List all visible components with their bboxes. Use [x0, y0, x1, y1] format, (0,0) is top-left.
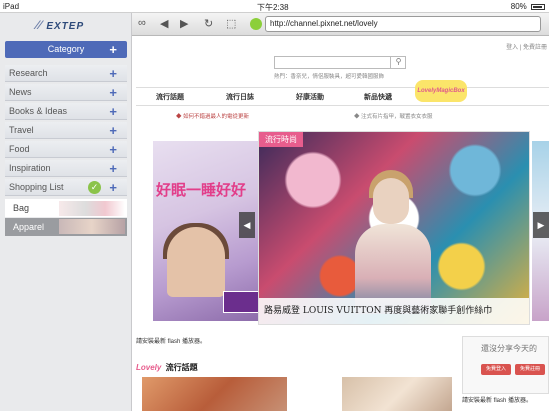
model-face: [373, 178, 409, 224]
feature-image[interactable]: 流行時尚 路易威登 LOUIS VUITTON 再度與藝術家聯手創作絲巾: [258, 131, 530, 325]
marquee-left[interactable]: ◆ 如何不錯過最人的電從更新: [176, 112, 249, 120]
feature-caption[interactable]: 路易威登 LOUIS VUITTON 再度與藝術家聯手創作絲巾: [259, 298, 529, 324]
tab-new-products[interactable]: 新品快遞: [364, 92, 392, 102]
battery-icon: [531, 3, 545, 10]
login-button[interactable]: 免費登入: [481, 364, 511, 375]
add-icon[interactable]: +: [109, 160, 117, 177]
section-title: Lovely 流行話題: [136, 362, 198, 373]
carousel-prev-icon[interactable]: ◀: [239, 212, 255, 238]
share-title: 還沒分享今天的: [481, 344, 537, 353]
battery-indicator: 80%: [511, 2, 545, 11]
battery-percent: 80%: [510, 2, 527, 11]
add-category-icon[interactable]: +: [109, 41, 117, 58]
product-box: [223, 291, 261, 313]
search-input[interactable]: [274, 56, 406, 69]
clock: 下午2:38: [257, 3, 289, 12]
lovely-magic-box-badge[interactable]: LovelyMagicBox: [415, 80, 467, 102]
sidebar-item-shopping-list[interactable]: Shopping List ✓ +: [5, 179, 127, 196]
article-tile[interactable]: [142, 377, 287, 411]
model-figure: [167, 227, 225, 297]
status-dot-icon[interactable]: [250, 18, 262, 30]
flash-notice-2: 請安裝最新 flash 播放器。: [462, 398, 533, 404]
reload-icon[interactable]: ↻: [204, 17, 213, 30]
add-icon[interactable]: +: [109, 65, 117, 82]
sidebar-item-label: Books & Ideas: [9, 106, 68, 116]
forward-icon[interactable]: ▶: [180, 17, 188, 30]
register-button[interactable]: 免費註冊: [515, 364, 545, 375]
web-content: 登入 | 免費註冊 ⚲ 熱門：香奈兒，情侶服裝具，超可愛韓國服飾 流行話題 流行…: [132, 36, 549, 411]
flash-notice: 請安裝最新 flash 播放器。: [136, 339, 207, 345]
sub-item-label: Apparel: [13, 222, 45, 232]
article-tile[interactable]: [342, 377, 452, 411]
sidebar-item-food[interactable]: Food +: [5, 141, 127, 158]
sidebar-item-label: Research: [9, 68, 48, 78]
search-icon[interactable]: ⚲: [390, 56, 406, 69]
sidebar-item-travel[interactable]: Travel +: [5, 122, 127, 139]
browser-toolbar: ∞ ◀ ▶ ↻ ⬚ http://channel.pixnet.net/love…: [132, 13, 549, 36]
crop-icon[interactable]: ⬚: [226, 17, 236, 30]
marquee-right[interactable]: ◆ 注式有片指甲，戰置衣女衣服: [354, 112, 433, 120]
sidebar-item-label: Inspiration: [9, 163, 51, 173]
tab-deals[interactable]: 好康活動: [296, 92, 324, 102]
sidebar-item-research[interactable]: Research +: [5, 65, 127, 82]
banner-headline: 好眠一睡好好: [156, 182, 247, 199]
back-icon[interactable]: ◀: [160, 17, 168, 30]
nav-tabs: 流行話題 流行日誌 好康活動 新品快遞: [136, 87, 549, 106]
infinity-icon[interactable]: ∞: [138, 17, 146, 29]
hot-keywords[interactable]: 熱門：香奈兒，情侶服裝具，超可愛韓國服飾: [274, 72, 384, 80]
status-bar: iPad 下午2:38 80%: [0, 0, 549, 13]
add-icon[interactable]: +: [109, 122, 117, 139]
sidebar-item-inspiration[interactable]: Inspiration +: [5, 160, 127, 177]
bag-thumbnail[interactable]: [59, 201, 125, 216]
sidebar-item-books-ideas[interactable]: Books & Ideas +: [5, 103, 127, 120]
feature-tag: 流行時尚: [259, 132, 303, 147]
add-icon[interactable]: +: [109, 179, 117, 196]
logo-mark-icon: ⁄⁄: [36, 18, 47, 32]
sidebar-item-label: Travel: [9, 125, 34, 135]
add-icon[interactable]: +: [109, 84, 117, 101]
app-logo: ⁄⁄ EXTEP: [36, 18, 85, 32]
category-header[interactable]: Category +: [5, 41, 127, 58]
sidebar: ⁄⁄ EXTEP Category + Research + News + Bo…: [0, 13, 132, 411]
sub-item-label: Bag: [13, 203, 30, 213]
add-icon[interactable]: +: [109, 103, 117, 120]
apparel-thumbnail[interactable]: [59, 219, 125, 234]
carousel-next-icon[interactable]: ▶: [533, 212, 549, 238]
tab-journal[interactable]: 流行日誌: [226, 92, 254, 102]
device-label: iPad: [3, 2, 20, 11]
share-box: 還沒分享今天的 免費登入 免費註冊: [462, 336, 549, 394]
section-title-text: 流行話題: [165, 363, 198, 372]
checkmark-icon[interactable]: ✓: [88, 181, 101, 194]
sidebar-item-label: Shopping List: [9, 182, 64, 192]
login-links[interactable]: 登入 | 免費註冊: [506, 42, 547, 51]
sidebar-item-label: Food: [9, 144, 30, 154]
tab-trending[interactable]: 流行話題: [156, 92, 184, 102]
sidebar-item-label: News: [9, 87, 32, 97]
category-header-label: Category: [47, 44, 85, 54]
section-badge: Lovely: [136, 363, 162, 372]
add-icon[interactable]: +: [109, 141, 117, 158]
sidebar-item-news[interactable]: News +: [5, 84, 127, 101]
url-field[interactable]: http://channel.pixnet.net/lovely: [265, 16, 541, 32]
